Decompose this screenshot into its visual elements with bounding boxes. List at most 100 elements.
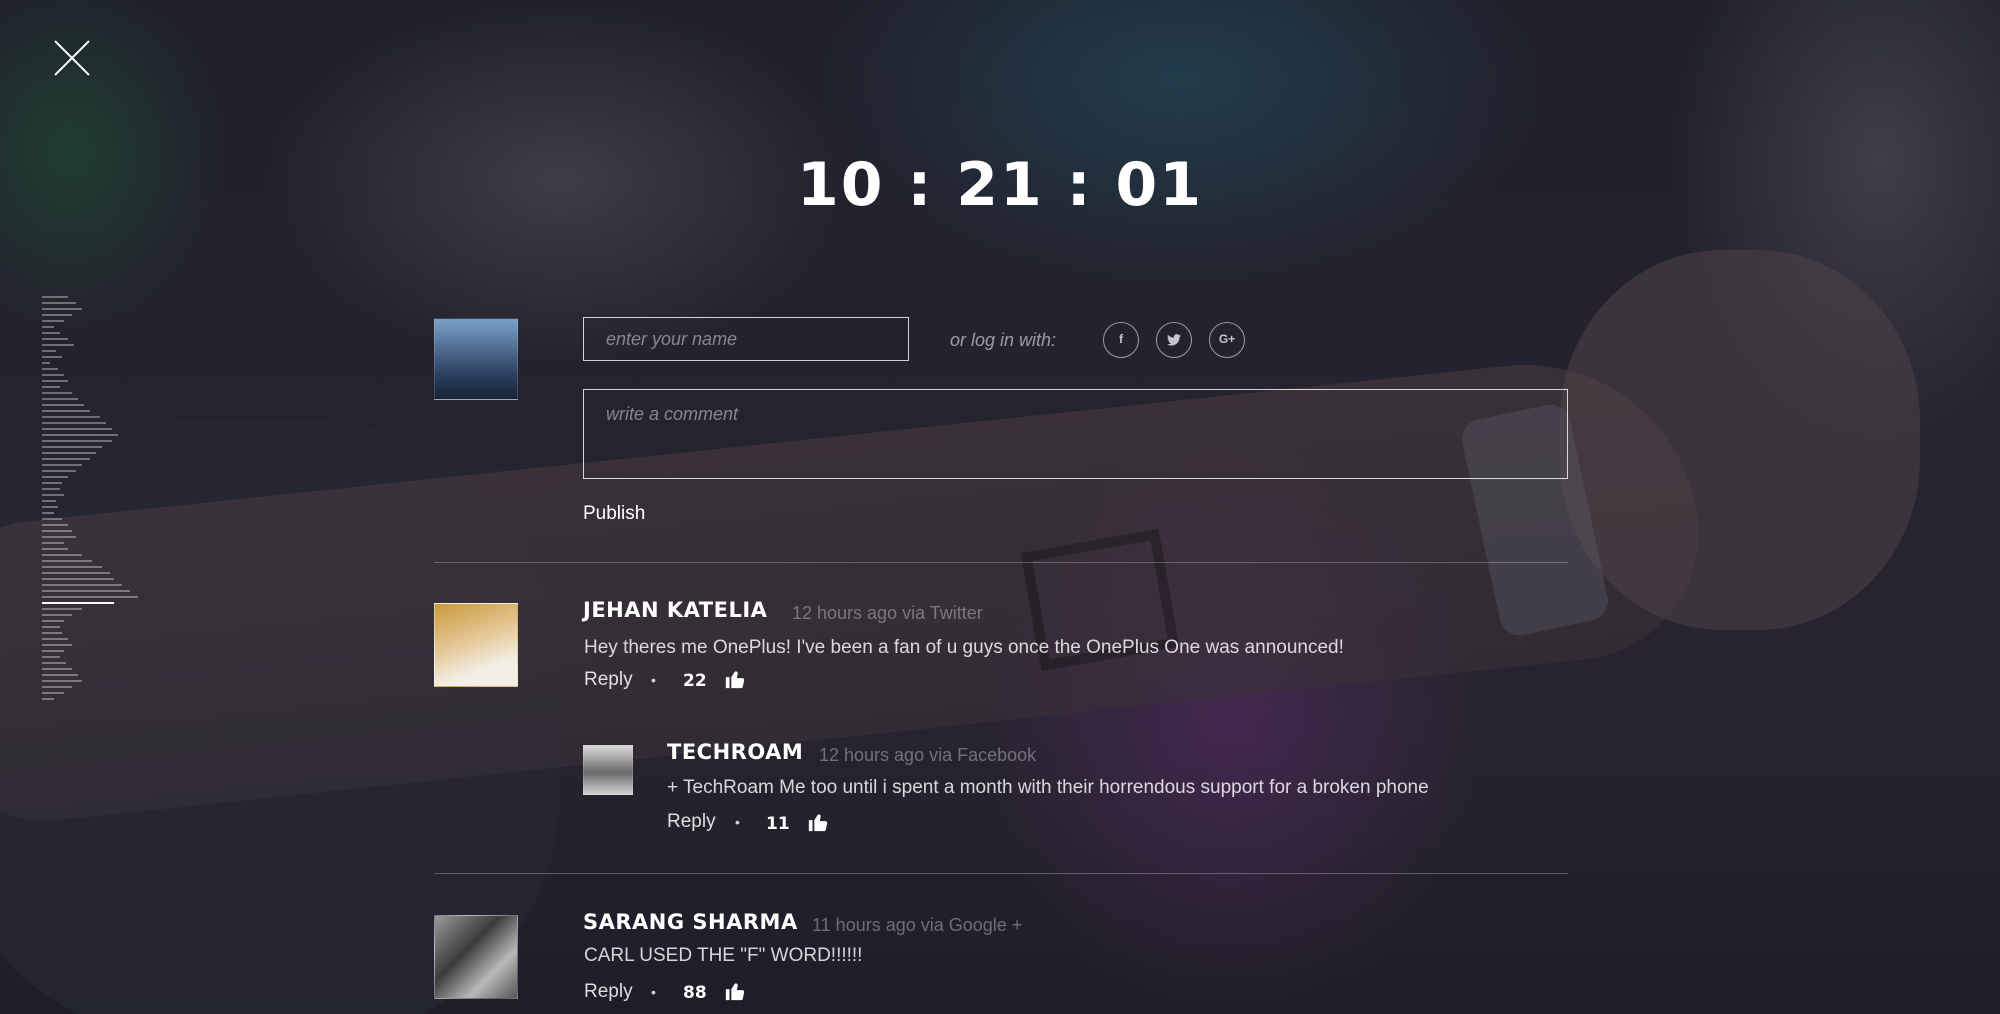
scrubber-tick	[42, 428, 112, 430]
scrubber-tick	[42, 440, 112, 442]
reply-button[interactable]: Reply	[667, 811, 716, 833]
like-count: 88	[683, 983, 707, 1003]
twitter-bird-glyph	[1167, 334, 1181, 346]
scrubber-tick	[42, 542, 64, 544]
scrubber-tick	[42, 404, 84, 406]
timestamp-timer: 10 : 21 : 01	[796, 150, 1204, 220]
scrubber-tick	[42, 398, 78, 400]
scrubber-tick	[42, 638, 68, 640]
scrubber-tick	[42, 650, 64, 652]
scrubber-tick	[42, 518, 62, 520]
thumbs-up-icon[interactable]	[807, 811, 829, 833]
comment-text: CARL USED THE "F" WORD!!!!!!	[584, 945, 863, 966]
close-icon[interactable]	[52, 38, 92, 78]
name-input[interactable]	[583, 317, 909, 361]
reply-button[interactable]: Reply	[584, 981, 633, 1003]
scrubber-tick	[42, 554, 82, 556]
scrubber-tick	[42, 368, 58, 370]
scrubber-tick	[42, 476, 68, 478]
scrubber-tick	[42, 470, 76, 472]
scrubber-tick	[42, 338, 68, 340]
separator-dot: •	[651, 672, 656, 688]
comment-avatar	[434, 603, 518, 687]
like-count: 22	[683, 671, 707, 691]
comment-input[interactable]	[583, 389, 1568, 479]
scrubber-tick	[42, 632, 62, 634]
scrubber-tick	[42, 686, 72, 688]
scrubber-tick	[42, 446, 102, 448]
scrubber-tick	[42, 332, 60, 334]
facebook-icon[interactable]: f	[1103, 322, 1139, 358]
scrubber-tick	[42, 296, 68, 298]
scrubber-tick	[42, 458, 90, 460]
scrubber-tick	[42, 680, 82, 682]
user-avatar	[434, 318, 518, 400]
scrubber-tick	[42, 614, 72, 616]
comment-avatar	[434, 915, 518, 999]
reply-button[interactable]: Reply	[584, 669, 633, 691]
comment-text: Hey theres me OnePlus! I've been a fan o…	[584, 637, 1344, 658]
scrubber-tick	[42, 392, 72, 394]
scrubber-tick	[42, 434, 118, 436]
thumbs-up-icon[interactable]	[724, 668, 746, 690]
scrubber-tick	[42, 350, 56, 352]
scrubber-tick	[42, 488, 60, 490]
scrubber-tick	[42, 590, 130, 592]
like-count: 11	[766, 814, 790, 834]
separator-dot: •	[651, 984, 656, 1000]
scrubber-tick	[42, 512, 54, 514]
scrubber-tick	[42, 482, 62, 484]
scrubber-tick	[42, 548, 68, 550]
comment-author[interactable]: SARANG SHARMA	[583, 910, 798, 934]
timeline-scrubber[interactable]	[42, 296, 152, 704]
login-label: or log in with:	[950, 330, 1057, 350]
comment-author[interactable]: JEHAN KATELIA	[583, 598, 767, 622]
publish-button[interactable]: Publish	[583, 503, 645, 525]
comment-meta: 12 hours ago via Facebook	[819, 745, 1037, 765]
separator-dot: •	[735, 814, 740, 830]
scrubber-tick	[42, 668, 72, 670]
scrubber-tick	[42, 380, 68, 382]
comment-avatar	[583, 745, 633, 795]
comment-meta: 11 hours ago via Google +	[812, 915, 1023, 935]
scrubber-tick	[42, 536, 76, 538]
scrubber-tick	[42, 302, 76, 304]
scrubber-tick	[42, 656, 60, 658]
comment-meta: 12 hours ago via Twitter	[792, 603, 983, 623]
scrubber-tick	[42, 608, 82, 610]
scrubber-tick	[42, 698, 54, 700]
comment-text: + TechRoam Me too until i spent a month …	[667, 777, 1429, 798]
scrubber-tick	[42, 416, 100, 418]
scrubber-tick	[42, 692, 64, 694]
scrubber-tick	[42, 506, 58, 508]
scrubber-tick	[42, 452, 96, 454]
divider	[434, 562, 1568, 563]
google-plus-icon[interactable]: G+	[1209, 322, 1245, 358]
scrubber-tick	[42, 566, 102, 568]
scrubber-tick	[42, 644, 72, 646]
scrubber-tick	[42, 308, 82, 310]
scrubber-tick	[42, 464, 82, 466]
scrubber-tick	[42, 560, 92, 562]
scrubber-tick	[42, 578, 114, 580]
divider	[434, 873, 1568, 874]
scrubber-tick	[42, 326, 54, 328]
comment-author[interactable]: TECHROAM	[667, 740, 803, 764]
scrubber-tick	[42, 410, 90, 412]
scrubber-tick	[42, 494, 64, 496]
twitter-icon[interactable]	[1156, 322, 1192, 358]
thumbs-up-icon[interactable]	[724, 980, 746, 1002]
scrubber-tick	[42, 524, 68, 526]
scrubber-tick	[42, 500, 56, 502]
scrubber-tick	[42, 584, 122, 586]
scrubber-tick	[42, 356, 62, 358]
scrubber-tick	[42, 620, 64, 622]
scrubber-tick	[42, 374, 64, 376]
scrubber-tick	[42, 530, 72, 532]
scrubber-tick	[42, 386, 60, 388]
scrubber-tick	[42, 674, 78, 676]
scrubber-tick	[42, 662, 66, 664]
scrubber-tick	[42, 572, 110, 574]
scrubber-tick	[42, 602, 114, 604]
scrubber-tick	[42, 422, 106, 424]
